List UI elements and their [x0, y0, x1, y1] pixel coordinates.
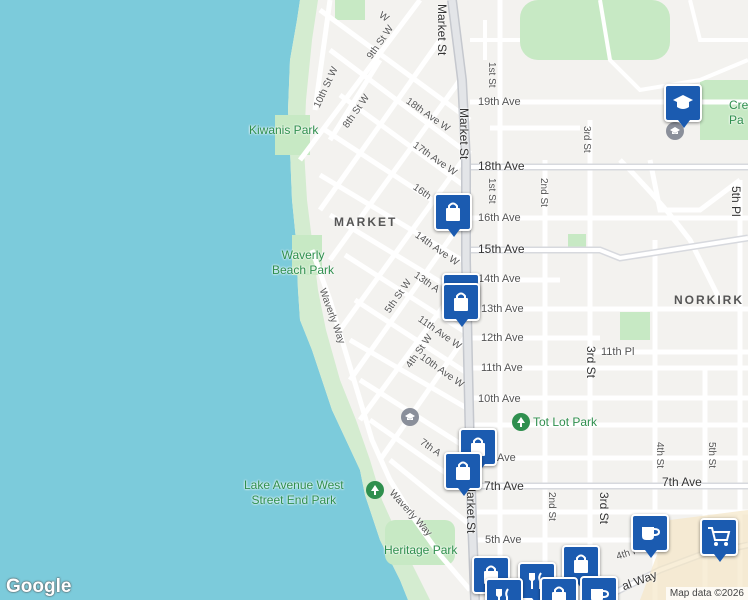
map-base	[0, 0, 748, 600]
street-label-1st-st-north: 1st St	[486, 62, 497, 88]
park-label-lake-avenue[interactable]: Lake Avenue West Street End Park	[244, 478, 344, 508]
street-label-18th-ave: 18th Ave	[478, 159, 525, 173]
shopping-bag-icon[interactable]	[540, 577, 578, 600]
street-label-2nd-st-south: 2nd St	[546, 492, 557, 521]
coffee-icon[interactable]	[580, 576, 618, 600]
shopping-bag-icon[interactable]	[444, 452, 482, 496]
street-label-5th-st: 5th St	[706, 442, 717, 469]
shopping-cart-icon[interactable]	[700, 518, 738, 562]
street-label-11th-ave: 11th Ave	[481, 362, 523, 374]
park-area-norkirk	[620, 312, 650, 340]
street-label-1st-st: 1st St	[486, 178, 497, 204]
street-label-5th-pl: 5th Pl	[729, 186, 743, 217]
tree-icon[interactable]	[366, 481, 384, 499]
neighborhood-market: MARKET	[334, 215, 398, 229]
street-label-3rd-st-lower: 3rd St	[584, 346, 598, 379]
street-label-4th-st: 4th St	[654, 442, 665, 469]
street-label-19th-ave: 19th Ave	[478, 96, 521, 108]
shopping-bag-icon[interactable]	[434, 193, 472, 237]
restaurant-icon[interactable]	[485, 578, 523, 600]
street-label-13th-ave: 13th Ave	[481, 303, 524, 315]
park-label-heritage[interactable]: Heritage Park	[384, 543, 457, 558]
street-label-market-st-upper: Market St	[435, 4, 449, 56]
street-label-12th-ave: 12th Ave	[481, 332, 524, 344]
tree-icon[interactable]	[512, 413, 530, 431]
street-label-3rd-st-bottom: 3rd St	[597, 492, 611, 525]
street-label-11th-pl: 11th Pl	[601, 346, 635, 358]
school-icon[interactable]	[401, 408, 419, 426]
park-area-north	[520, 0, 670, 60]
street-label-2nd-st: 2nd St	[538, 178, 549, 207]
street-label-market-st-mid: Market St	[457, 108, 471, 160]
street-label-7th-ave: 7th Ave	[484, 479, 524, 493]
street-label-15th-ave: 15th Ave	[478, 242, 525, 256]
map-canvas[interactable]: MARKET NORKIRK Kiwanis Park Waverly Beach…	[0, 0, 748, 600]
street-label-10th-ave: 10th Ave	[478, 393, 521, 405]
map-attribution[interactable]: Map data ©2026	[665, 587, 748, 600]
park-label-tot-lot[interactable]: Tot Lot Park	[533, 415, 597, 430]
street-label-7th-ave-east: 7th Ave	[662, 475, 702, 489]
street-label-6th-ave: Ave	[497, 452, 516, 464]
park-area-small	[568, 234, 586, 248]
street-label-3rd-st: 3rd St	[581, 126, 592, 153]
neighborhood-norkirk: NORKIRK	[674, 293, 744, 307]
park-label-crest[interactable]: Cre Pa	[729, 98, 748, 128]
coffee-icon[interactable]	[631, 514, 669, 558]
street-label-14th-ave: 14th Ave	[478, 273, 521, 285]
street-label-16th-ave: 16th Ave	[478, 212, 521, 224]
park-label-waverly[interactable]: Waverly Beach Park	[272, 248, 334, 278]
google-logo[interactable]: Google	[6, 576, 71, 598]
lake-water	[0, 0, 408, 600]
shopping-bag-icon[interactable]	[442, 283, 480, 327]
street-label-5th-ave: 5th Ave	[485, 534, 522, 546]
park-area-6th	[335, 0, 365, 20]
park-label-kiwanis[interactable]: Kiwanis Park	[249, 123, 318, 138]
graduation-cap-icon[interactable]	[664, 84, 702, 128]
